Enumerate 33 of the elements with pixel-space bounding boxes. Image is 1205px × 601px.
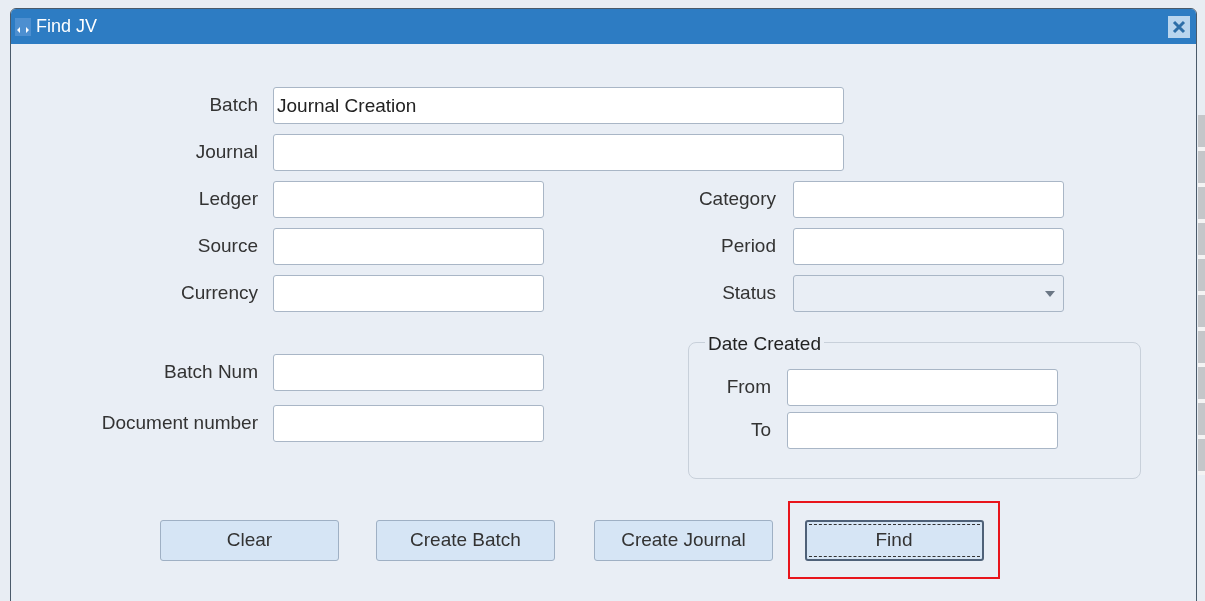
field-label: Category (697, 187, 776, 212)
caret-icon (1045, 290, 1055, 297)
action-button[interactable]: Clear (160, 519, 339, 561)
action-button[interactable]: Find (804, 519, 984, 561)
text-field[interactable]: Journal Creation (273, 87, 844, 124)
close-button[interactable] (1168, 15, 1190, 38)
field-label: To (749, 418, 771, 443)
window-title: Find JV (36, 15, 98, 38)
field-label: Batch (208, 93, 258, 118)
text-field[interactable] (273, 275, 544, 312)
field-label: Status (721, 281, 776, 306)
field-label: Period (720, 234, 776, 259)
status-dropdown[interactable] (793, 275, 1064, 312)
field-label: Currency (179, 281, 258, 306)
field-label: Batch Num (163, 360, 258, 385)
field-label: From (725, 375, 771, 400)
action-button[interactable]: Create Journal (594, 519, 773, 561)
date-field[interactable] (787, 369, 1058, 406)
field-label: Source (196, 234, 258, 259)
text-field[interactable] (273, 228, 544, 265)
text-field[interactable] (273, 134, 844, 171)
text-field[interactable] (793, 181, 1064, 218)
close-icon (1172, 19, 1186, 34)
date-field[interactable] (787, 412, 1058, 449)
window-icon (15, 17, 31, 36)
field-label: Ledger (197, 187, 258, 212)
text-field[interactable] (273, 181, 544, 218)
field-label: Document number (100, 411, 258, 436)
text-field[interactable] (793, 228, 1064, 265)
field-label: Journal (194, 140, 258, 165)
text-field[interactable] (273, 405, 544, 442)
text-field[interactable] (273, 354, 544, 391)
action-button[interactable]: Create Batch (376, 519, 555, 561)
